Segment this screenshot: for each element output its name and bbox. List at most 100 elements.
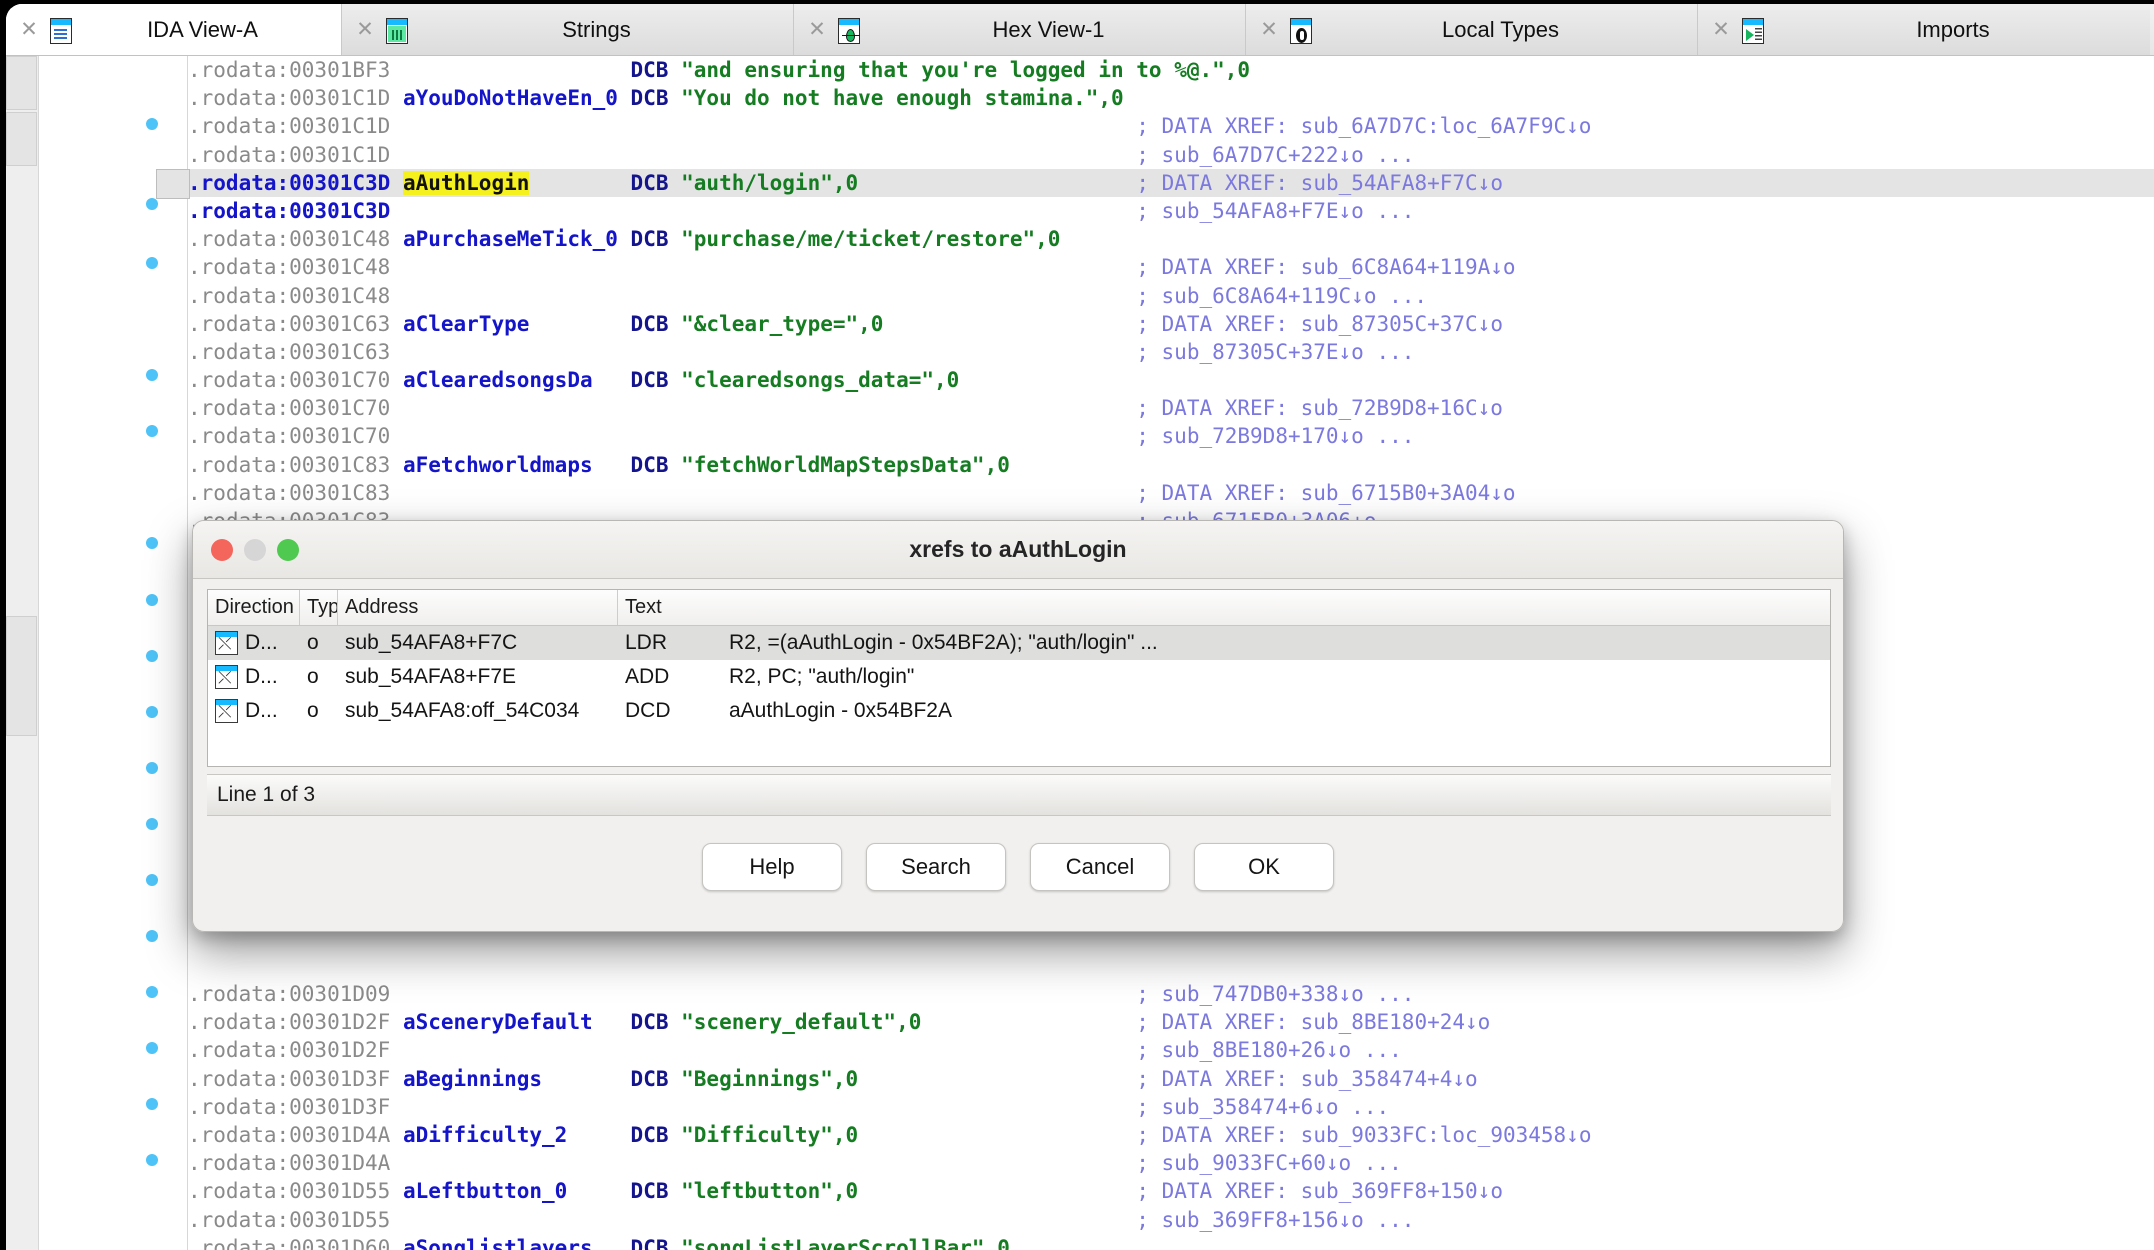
marker-dot[interactable] xyxy=(146,818,158,830)
marker-dot[interactable] xyxy=(146,986,158,998)
symbol-name[interactable]: aDifficulty_2 xyxy=(403,1123,567,1147)
marker-dot[interactable] xyxy=(146,874,158,886)
marker-dot[interactable] xyxy=(146,930,158,942)
xref-comment[interactable]: ; sub_8BE180+26↓o ... xyxy=(1136,1038,1402,1062)
column-header-text[interactable]: Text xyxy=(618,590,1830,625)
symbol-name[interactable]: aBeginnings xyxy=(403,1067,542,1091)
disassembly-line[interactable]: .rodata:00301D4A aDifficulty_2 DCB "Diff… xyxy=(188,1121,2154,1149)
xref-comment[interactable]: ; sub_72B9D8+170↓o ... xyxy=(1136,424,1414,448)
symbol-name[interactable]: aAuthLogin xyxy=(403,171,529,195)
disassembly-line[interactable]: .rodata:00301D55 aLeftbutton_0 DCB "left… xyxy=(188,1177,2154,1205)
xref-comment[interactable]: ; sub_6A7D7C+222↓o ... xyxy=(1136,143,1414,167)
symbol-name[interactable]: aClearType xyxy=(403,312,529,336)
column-header-address[interactable]: Address xyxy=(338,590,618,625)
disassembly-line[interactable]: .rodata:00301C48 aPurchaseMeTick_0 DCB "… xyxy=(188,225,2154,253)
table-row[interactable]: D...osub_54AFA8+F7EADDR2, PC; "auth/logi… xyxy=(208,660,1830,694)
symbol-name[interactable]: aPurchaseMeTick_0 xyxy=(403,227,618,251)
dialog-title-bar[interactable]: xrefs to aAuthLogin xyxy=(193,521,1843,579)
disassembly-line[interactable]: .rodata:00301D4A ; sub_9033FC+60↓o ... xyxy=(188,1149,2154,1177)
disassembly-line[interactable]: .rodata:00301C83 ; DATA XREF: sub_6715B0… xyxy=(188,479,2154,507)
tab-ida-view-a[interactable]: ✕ IDA View-A xyxy=(6,4,342,55)
tab-imports[interactable]: ✕ Imports xyxy=(1698,4,2150,55)
xref-comment[interactable]: ; sub_6C8A64+119C↓o ... xyxy=(1136,284,1427,308)
disassembly-line[interactable]: .rodata:00301C63 ; sub_87305C+37E↓o ... xyxy=(188,338,2154,366)
disassembly-line[interactable]: .rodata:00301C3D aAuthLogin DCB "auth/lo… xyxy=(188,169,2154,197)
marker-dot[interactable] xyxy=(146,537,158,549)
xref-comment[interactable]: ; DATA XREF: sub_6C8A64+119A↓o xyxy=(1136,255,1515,279)
close-icon[interactable]: ✕ xyxy=(16,19,42,40)
disassembly-line[interactable]: .rodata:00301D55 ; sub_369FF8+156↓o ... xyxy=(188,1206,2154,1234)
disassembly-line[interactable]: .rodata:00301D09 ; sub_747DB0+338↓o ... xyxy=(188,980,2154,1008)
table-row[interactable]: D...osub_54AFA8:off_54C034DCDaAuthLogin … xyxy=(208,694,1830,728)
close-icon[interactable]: ✕ xyxy=(352,19,378,40)
xref-arrows-icon xyxy=(215,631,238,655)
xref-comment[interactable]: ; sub_747DB0+338↓o ... xyxy=(1136,982,1414,1006)
disassembly-line[interactable]: .rodata:00301C63 aClearType DCB "&clear_… xyxy=(188,310,2154,338)
xrefs-table[interactable]: Direction Typ Address Text D...osub_54AF… xyxy=(207,589,1831,767)
marker-dot[interactable] xyxy=(146,706,158,718)
disassembly-line[interactable]: .rodata:00301D3F aBeginnings DCB "Beginn… xyxy=(188,1065,2154,1093)
disassembly-line[interactable]: .rodata:00301D2F ; sub_8BE180+26↓o ... xyxy=(188,1036,2154,1064)
navigation-gutter[interactable] xyxy=(38,56,188,1250)
marker-dot[interactable] xyxy=(146,1042,158,1054)
symbol-name[interactable]: aClearedsongsDa xyxy=(403,368,593,392)
xref-comment[interactable]: ; sub_54AFA8+F7E↓o ... xyxy=(1136,199,1414,223)
xref-comment[interactable]: ; DATA XREF: sub_54AFA8+F7C↓o xyxy=(1136,171,1503,195)
tab-strings[interactable]: ✕ Strings xyxy=(342,4,794,55)
close-icon[interactable]: ✕ xyxy=(1708,19,1734,40)
disassembly-line[interactable]: .rodata:00301C70 ; DATA XREF: sub_72B9D8… xyxy=(188,394,2154,422)
close-icon[interactable]: ✕ xyxy=(1256,19,1282,40)
disassembly-line[interactable]: .rodata:00301C70 ; sub_72B9D8+170↓o ... xyxy=(188,422,2154,450)
symbol-name[interactable]: aSonglistlayers xyxy=(403,1236,593,1250)
disassembly-line[interactable]: .rodata:00301C1D ; DATA XREF: sub_6A7D7C… xyxy=(188,112,2154,140)
disassembly-line[interactable]: .rodata:00301C1D aYouDoNotHaveEn_0 DCB "… xyxy=(188,84,2154,112)
tab-local-types[interactable]: ✕ Local Types xyxy=(1246,4,1698,55)
disassembly-line[interactable]: .rodata:00301D3F ; sub_358474+6↓o ... xyxy=(188,1093,2154,1121)
xref-comment[interactable]: ; DATA XREF: sub_6715B0+3A04↓o xyxy=(1136,481,1515,505)
disassembly-line[interactable]: .rodata:00301C83 aFetchworldmaps DCB "fe… xyxy=(188,451,2154,479)
symbol-name[interactable]: aSceneryDefault xyxy=(403,1010,593,1034)
marker-dot[interactable] xyxy=(146,425,158,437)
disassembly-line[interactable]: .rodata:00301D60 aSonglistlayers DCB "so… xyxy=(188,1234,2154,1250)
symbol-name[interactable]: aYouDoNotHaveEn_0 xyxy=(403,86,618,110)
cancel-button[interactable]: Cancel xyxy=(1030,843,1170,891)
xref-comment[interactable]: ; DATA XREF: sub_72B9D8+16C↓o xyxy=(1136,396,1503,420)
help-button[interactable]: Help xyxy=(702,843,842,891)
xref-comment[interactable]: ; DATA XREF: sub_369FF8+150↓o xyxy=(1136,1179,1503,1203)
xref-comment[interactable]: ; DATA XREF: sub_358474+4↓o xyxy=(1136,1067,1477,1091)
xref-comment[interactable]: ; sub_369FF8+156↓o ... xyxy=(1136,1208,1414,1232)
tab-hex-view-1[interactable]: ✕ Hex View-1 xyxy=(794,4,1246,55)
ok-button[interactable]: OK xyxy=(1194,843,1334,891)
marker-dot[interactable] xyxy=(146,1154,158,1166)
marker-dot[interactable] xyxy=(146,198,158,210)
disassembly-line[interactable]: .rodata:00301D2F aSceneryDefault DCB "sc… xyxy=(188,1008,2154,1036)
table-row[interactable]: D...osub_54AFA8+F7CLDRR2, =(aAuthLogin -… xyxy=(208,626,1830,660)
symbol-name[interactable]: aFetchworldmaps xyxy=(403,453,593,477)
xref-comment[interactable]: ; sub_358474+6↓o ... xyxy=(1136,1095,1389,1119)
close-icon[interactable]: ✕ xyxy=(804,19,830,40)
xref-comment[interactable]: ; DATA XREF: sub_6A7D7C:loc_6A7F9C↓o xyxy=(1136,114,1591,138)
disassembly-line[interactable]: .rodata:00301C3D ; sub_54AFA8+F7E↓o ... xyxy=(188,197,2154,225)
marker-dot[interactable] xyxy=(146,118,158,130)
xref-arrows-icon xyxy=(215,699,238,723)
xref-comment[interactable]: ; sub_87305C+37E↓o ... xyxy=(1136,340,1414,364)
column-header-type[interactable]: Typ xyxy=(300,590,338,625)
disassembly-line[interactable]: .rodata:00301C48 ; sub_6C8A64+119C↓o ... xyxy=(188,282,2154,310)
marker-dot[interactable] xyxy=(146,762,158,774)
marker-dot[interactable] xyxy=(146,594,158,606)
xref-comment[interactable]: ; DATA XREF: sub_9033FC:loc_903458↓o xyxy=(1136,1123,1591,1147)
disassembly-line[interactable]: .rodata:00301C48 ; DATA XREF: sub_6C8A64… xyxy=(188,253,2154,281)
marker-dot[interactable] xyxy=(146,650,158,662)
disassembly-line[interactable]: .rodata:00301C70 aClearedsongsDa DCB "cl… xyxy=(188,366,2154,394)
xref-comment[interactable]: ; DATA XREF: sub_87305C+37C↓o xyxy=(1136,312,1503,336)
xref-comment[interactable]: ; sub_9033FC+60↓o ... xyxy=(1136,1151,1402,1175)
symbol-name[interactable]: aLeftbutton_0 xyxy=(403,1179,567,1203)
disassembly-line[interactable]: .rodata:00301BF3 DCB "and ensuring that … xyxy=(188,56,2154,84)
xref-comment[interactable]: ; DATA XREF: sub_8BE180+24↓o xyxy=(1136,1010,1490,1034)
disassembly-line[interactable]: .rodata:00301C1D ; sub_6A7D7C+222↓o ... xyxy=(188,141,2154,169)
column-header-direction[interactable]: Direction xyxy=(208,590,300,625)
marker-dot[interactable] xyxy=(146,369,158,381)
marker-dot[interactable] xyxy=(146,257,158,269)
marker-dot[interactable] xyxy=(146,1098,158,1110)
search-button[interactable]: Search xyxy=(866,843,1006,891)
